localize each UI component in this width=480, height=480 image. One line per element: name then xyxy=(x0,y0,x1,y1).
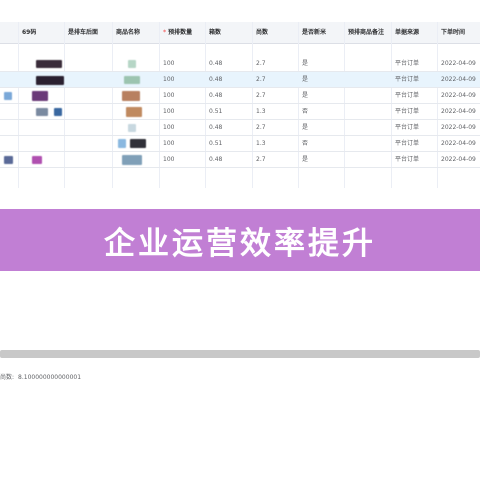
cell-order-time: 2022-04-09 xyxy=(441,140,476,147)
blurred-image xyxy=(4,156,13,164)
col-header-boxes[interactable]: 箱数 xyxy=(209,22,221,43)
col-header-planned-qty[interactable]: * 预排数量 xyxy=(163,22,192,43)
blurred-image xyxy=(126,107,142,117)
col-header-order-time[interactable]: 下单时间 xyxy=(441,22,465,43)
cell-count: 2.7 xyxy=(256,76,266,83)
cell-qty[interactable]: 100 xyxy=(163,56,174,71)
blurred-image xyxy=(130,139,146,148)
table-header-row: 69码 是排车后面 商品名称 * 预排数量 箱数 尚数 是否新米 预排商品备注 单… xyxy=(0,22,480,44)
blurred-image xyxy=(54,108,62,116)
table-footer-summary: 尚数: 8.100000000000001 xyxy=(0,372,81,381)
col-header-count[interactable]: 尚数 xyxy=(256,22,268,43)
footer-label: 尚数: xyxy=(0,374,15,381)
cell-is-new: 是 xyxy=(302,92,309,99)
cell-is-new: 是 xyxy=(302,124,309,131)
blurred-image xyxy=(128,124,136,132)
cell-qty[interactable]: 100 xyxy=(163,152,174,167)
col-header-barcode[interactable]: 69码 xyxy=(22,22,36,43)
cell-boxes: 0.48 xyxy=(209,92,223,99)
cell-count: 1.3 xyxy=(256,140,266,147)
blurred-image xyxy=(36,60,62,68)
cell-order-time: 2022-04-09 xyxy=(441,76,476,83)
banner-title: 企业运营效率提升 xyxy=(104,225,376,262)
cell-is-new: 是 xyxy=(302,156,309,163)
cell-count: 2.7 xyxy=(256,92,266,99)
cell-qty[interactable]: 100 xyxy=(163,104,174,119)
table-row[interactable]: 100 0.51 1.3 否 平台订单 2022-04-09 xyxy=(0,104,480,120)
cell-count: 2.7 xyxy=(256,60,266,67)
table-row[interactable]: 100 0.48 2.7 是 平台订单 2022-04-09 xyxy=(0,56,480,72)
cell-count: 2.7 xyxy=(256,124,266,131)
cell-qty[interactable]: 100 xyxy=(163,72,174,87)
cell-boxes: 0.51 xyxy=(209,108,223,115)
col-header-product-name[interactable]: 商品名称 xyxy=(116,22,140,43)
cell-is-new: 否 xyxy=(302,108,309,115)
table-row[interactable]: 100 0.48 2.7 是 平台订单 2022-04-09 xyxy=(0,88,480,104)
cell-is-new: 是 xyxy=(302,76,309,83)
footer-value: 8.100000000000001 xyxy=(18,374,82,381)
cell-qty[interactable]: 100 xyxy=(163,88,174,103)
blurred-image xyxy=(36,76,64,85)
cell-order-time: 2022-04-09 xyxy=(441,60,476,67)
blurred-image xyxy=(32,91,48,101)
cell-boxes: 0.48 xyxy=(209,124,223,131)
cell-source: 平台订单 xyxy=(395,124,420,131)
blurred-image xyxy=(118,139,126,148)
required-marker: * xyxy=(163,29,167,36)
table-row[interactable]: 100 0.48 2.7 是 平台订单 2022-04-09 xyxy=(0,120,480,136)
cell-order-time: 2022-04-09 xyxy=(441,156,476,163)
cell-order-time: 2022-04-09 xyxy=(441,92,476,99)
title-banner: 企业运营效率提升 xyxy=(0,209,480,271)
table-row[interactable]: 100 0.48 2.7 是 平台订单 2022-04-09 xyxy=(0,72,480,88)
cell-boxes: 0.48 xyxy=(209,76,223,83)
cell-is-new: 否 xyxy=(302,140,309,147)
cell-source: 平台订单 xyxy=(395,60,420,67)
blurred-image xyxy=(122,91,140,101)
blurred-image xyxy=(128,60,136,68)
col-header-planned-qty-label: 预排数量 xyxy=(168,29,193,36)
cell-source: 平台订单 xyxy=(395,108,420,115)
cell-order-time: 2022-04-09 xyxy=(441,108,476,115)
col-header-source[interactable]: 单据来源 xyxy=(395,22,419,43)
cell-source: 平台订单 xyxy=(395,92,420,99)
horizontal-scrollbar[interactable] xyxy=(0,350,480,358)
cell-count: 1.3 xyxy=(256,108,266,115)
cell-boxes: 0.48 xyxy=(209,156,223,163)
table-row[interactable]: 100 0.51 1.3 否 平台订单 2022-04-09 xyxy=(0,136,480,152)
blurred-image xyxy=(122,155,142,165)
blurred-image xyxy=(124,76,140,84)
col-header-remark[interactable]: 预排商品备注 xyxy=(348,22,384,43)
col-header-after-schedule[interactable]: 是排车后面 xyxy=(68,22,98,43)
table-row[interactable]: 100 0.48 2.7 是 平台订单 2022-04-09 xyxy=(0,152,480,168)
cell-order-time: 2022-04-09 xyxy=(441,124,476,131)
blurred-image xyxy=(36,108,48,116)
col-header-is-new[interactable]: 是否新米 xyxy=(302,22,326,43)
cell-boxes: 0.48 xyxy=(209,60,223,67)
cell-source: 平台订单 xyxy=(395,140,420,147)
cell-boxes: 0.51 xyxy=(209,140,223,147)
cell-count: 2.7 xyxy=(256,156,266,163)
blurred-image xyxy=(32,156,42,164)
cell-qty[interactable]: 100 xyxy=(163,136,174,151)
cell-is-new: 是 xyxy=(302,60,309,67)
cell-source: 平台订单 xyxy=(395,156,420,163)
cell-source: 平台订单 xyxy=(395,76,420,83)
cell-qty[interactable]: 100 xyxy=(163,120,174,135)
blurred-image xyxy=(4,92,12,100)
